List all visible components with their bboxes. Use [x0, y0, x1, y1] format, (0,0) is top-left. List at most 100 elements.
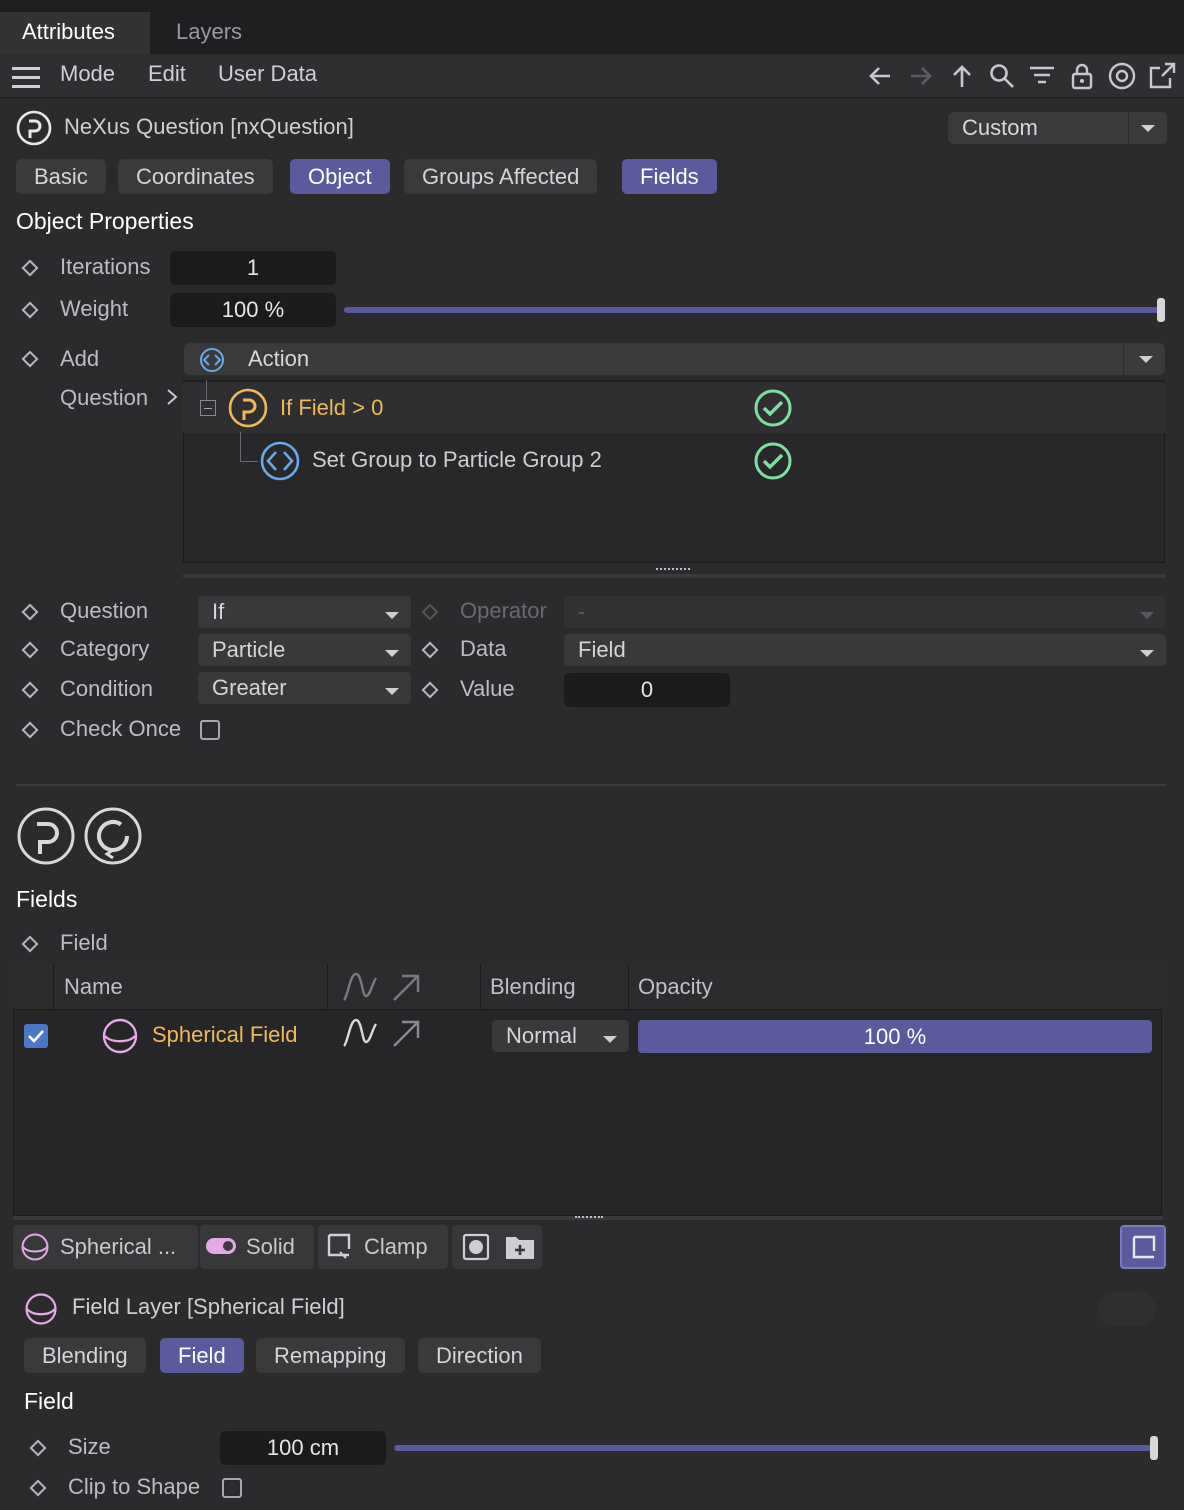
keyframe-diamond-icon[interactable] — [21, 301, 39, 319]
back-arrow-icon[interactable] — [866, 62, 894, 90]
condition-label: Condition — [60, 676, 153, 701]
add-folder-icon[interactable] — [504, 1233, 536, 1261]
iterations-field[interactable]: 1 — [170, 251, 336, 285]
data-label: Data — [460, 636, 507, 661]
clamp-toggle-button[interactable] — [1120, 1225, 1166, 1269]
keyframe-diamond-icon[interactable] — [21, 641, 39, 659]
value-label: Value — [460, 676, 515, 701]
column-name[interactable]: Name — [64, 972, 123, 1002]
question-label: Question — [60, 598, 149, 623]
search-icon[interactable] — [988, 62, 1016, 90]
category-label: Category — [60, 636, 150, 661]
grip-icon[interactable] — [656, 568, 690, 572]
new-window-icon[interactable] — [1148, 62, 1176, 90]
tab-remapping[interactable]: Remapping — [256, 1338, 405, 1373]
clamp-label: Clamp — [364, 1234, 428, 1259]
column-opacity[interactable]: Opacity — [638, 972, 713, 1002]
curve-icon[interactable] — [340, 1016, 380, 1052]
column-blending[interactable]: Blending — [490, 972, 576, 1002]
keyframe-diamond-icon[interactable] — [29, 1479, 47, 1497]
size-slider[interactable] — [394, 1445, 1156, 1451]
add-action-select[interactable]: Action — [184, 343, 1165, 375]
loop-icon[interactable] — [83, 806, 143, 866]
weight-slider-handle[interactable] — [1157, 298, 1165, 322]
keyframe-diamond-icon[interactable] — [421, 681, 439, 699]
keyframe-diamond-icon[interactable] — [21, 259, 39, 277]
value-field[interactable]: 0 — [564, 673, 730, 707]
tab-layers[interactable]: Layers — [154, 12, 264, 54]
enabled-check-icon[interactable] — [753, 388, 793, 428]
filter-icon[interactable] — [1028, 62, 1056, 90]
tab-blending[interactable]: Blending — [24, 1338, 146, 1373]
layer-toggle[interactable] — [1098, 1292, 1156, 1326]
direction-arrow-icon[interactable] — [390, 1018, 422, 1050]
menu-mode[interactable]: Mode — [60, 60, 115, 88]
add-label: Add — [60, 346, 100, 371]
clamp-icon — [326, 1232, 352, 1260]
question-icon — [227, 387, 269, 429]
operator-value: - — [578, 599, 586, 624]
tab-attributes[interactable]: Attributes — [0, 12, 150, 54]
hamburger-menu-icon[interactable] — [12, 64, 40, 88]
resize-handle[interactable] — [183, 574, 1166, 578]
preset-select[interactable]: Custom — [948, 112, 1167, 144]
field-name[interactable]: Spherical Field — [152, 1020, 298, 1050]
chevron-right-icon[interactable] — [164, 386, 180, 408]
size-field[interactable]: 100 cm — [220, 1431, 386, 1465]
question-dropdown[interactable]: If — [198, 596, 411, 628]
keyframe-diamond-icon[interactable] — [29, 1439, 47, 1457]
collapse-icon[interactable] — [200, 400, 216, 416]
size-slider-handle[interactable] — [1150, 1436, 1158, 1460]
menu-edit[interactable]: Edit — [148, 60, 186, 88]
spherical-field-icon — [20, 1232, 50, 1262]
condition-dropdown[interactable]: Greater — [198, 672, 411, 704]
clip-to-shape-checkbox[interactable] — [222, 1478, 242, 1498]
blending-dropdown[interactable]: Normal — [492, 1020, 629, 1052]
action-icon — [199, 347, 225, 373]
category-dropdown[interactable]: Particle — [198, 634, 411, 666]
tab-basic[interactable]: Basic — [16, 159, 106, 194]
keyframe-diamond-icon[interactable] — [21, 721, 39, 739]
field-enabled-checkbox[interactable] — [24, 1024, 48, 1048]
tab-groups-affected[interactable]: Groups Affected — [404, 159, 598, 194]
category-value: Particle — [212, 637, 286, 662]
target-icon[interactable] — [1108, 62, 1136, 90]
keyframe-diamond-icon[interactable] — [21, 603, 39, 621]
keyframe-diamond-icon[interactable] — [21, 681, 39, 699]
keyframe-diamond-icon[interactable] — [21, 350, 39, 368]
tab-direction[interactable]: Direction — [418, 1338, 541, 1373]
keyframe-diamond-icon[interactable] — [21, 935, 39, 953]
chevron-down-icon — [385, 688, 399, 695]
preset-value: Custom — [962, 115, 1038, 140]
tree-item-question[interactable]: If Field > 0 — [280, 393, 383, 423]
question-object-icon — [16, 110, 52, 146]
mask-icon[interactable] — [462, 1233, 490, 1261]
fields-heading: Fields — [16, 886, 78, 912]
size-label: Size — [68, 1434, 111, 1459]
solid-label: Solid — [246, 1234, 295, 1259]
chevron-down-icon — [1140, 650, 1154, 657]
tab-coordinates[interactable]: Coordinates — [118, 159, 273, 194]
forward-arrow-icon[interactable] — [907, 62, 935, 90]
enabled-check-icon[interactable] — [753, 441, 793, 481]
tab-field[interactable]: Field — [160, 1338, 244, 1373]
opacity-slider[interactable]: 100 % — [638, 1020, 1152, 1053]
check-once-label: Check Once — [60, 716, 182, 741]
chevron-down-icon — [1141, 125, 1155, 132]
tab-object[interactable]: Object — [290, 159, 390, 194]
up-arrow-icon[interactable] — [948, 62, 976, 90]
lock-icon[interactable] — [1068, 62, 1096, 90]
check-once-checkbox[interactable] — [200, 720, 220, 740]
menu-user-data[interactable]: User Data — [218, 60, 317, 88]
tree-item-action[interactable]: Set Group to Particle Group 2 — [312, 445, 602, 475]
tab-fields[interactable]: Fields — [622, 159, 717, 194]
object-title: NeXus Question [nxQuestion] — [64, 114, 354, 139]
grip-icon[interactable] — [575, 1216, 603, 1220]
weight-slider[interactable] — [344, 307, 1162, 313]
data-dropdown[interactable]: Field — [564, 634, 1166, 666]
keyframe-diamond-icon[interactable] — [421, 641, 439, 659]
question-tree-label: Question — [60, 385, 149, 410]
fields-table-header — [13, 964, 1162, 1010]
weight-field[interactable]: 100 % — [170, 293, 336, 327]
question-icon[interactable] — [16, 806, 76, 866]
